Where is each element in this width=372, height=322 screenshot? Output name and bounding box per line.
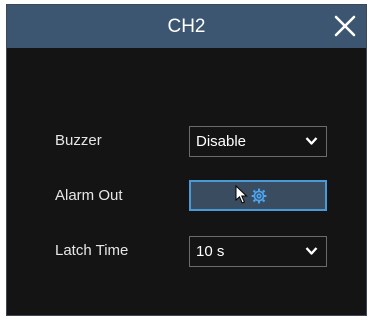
mouse-pointer-icon xyxy=(235,185,248,204)
latch-time-value: 10 s xyxy=(196,243,225,260)
latch-time-select[interactable]: 10 s xyxy=(189,236,327,267)
buzzer-value: Disable xyxy=(196,133,247,150)
chevron-down-icon xyxy=(305,137,318,145)
dialog-title: CH2 xyxy=(167,16,206,37)
chevron-down-icon xyxy=(305,247,318,255)
alarm-out-label: Alarm Out xyxy=(55,187,123,204)
latch-time-label: Latch Time xyxy=(55,242,129,259)
title-bar: CH2 xyxy=(7,5,366,48)
buzzer-label: Buzzer xyxy=(55,132,102,149)
ch2-dialog: CH2 Buzzer Disable Alarm Out Latch Time … xyxy=(6,4,367,316)
gear-icon xyxy=(251,188,267,204)
buzzer-select[interactable]: Disable xyxy=(189,126,327,157)
alarm-out-settings-button[interactable] xyxy=(189,180,327,211)
close-icon[interactable] xyxy=(330,11,360,41)
